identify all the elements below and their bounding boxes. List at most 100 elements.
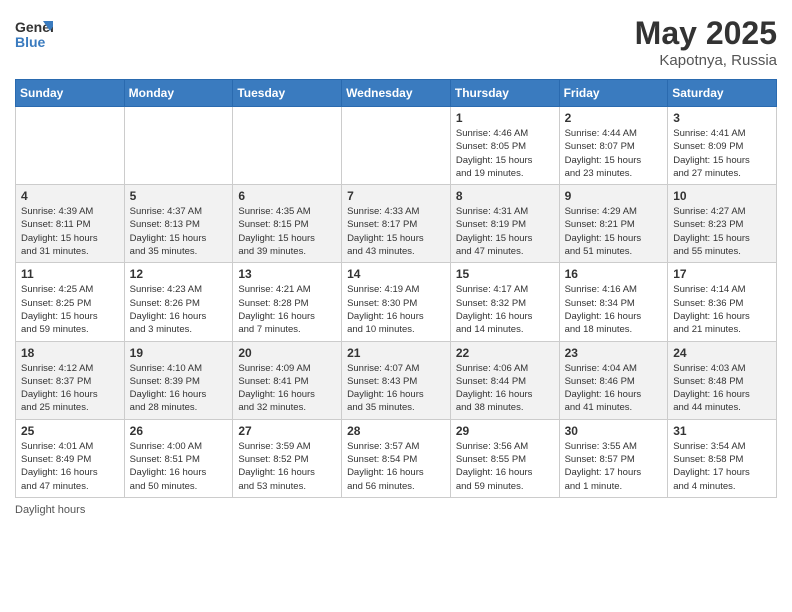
day-number: 5 — [130, 189, 228, 203]
day-info: Sunrise: 4:14 AM Sunset: 8:36 PM Dayligh… — [673, 283, 771, 336]
day-info: Sunrise: 4:06 AM Sunset: 8:44 PM Dayligh… — [456, 362, 554, 415]
column-header-sunday: Sunday — [16, 80, 125, 107]
column-header-friday: Friday — [559, 80, 668, 107]
page-header: General Blue May 2025 Kapotnya, Russia — [15, 15, 777, 69]
day-number: 1 — [456, 111, 554, 125]
day-number: 24 — [673, 346, 771, 360]
calendar-cell: 28Sunrise: 3:57 AM Sunset: 8:54 PM Dayli… — [342, 419, 451, 497]
calendar-cell: 10Sunrise: 4:27 AM Sunset: 8:23 PM Dayli… — [668, 185, 777, 263]
day-number: 7 — [347, 189, 445, 203]
day-number: 30 — [565, 424, 663, 438]
calendar-cell: 16 Sunrise: 4:16 AM Sunset: 8:34 PM Dayli… — [559, 263, 668, 341]
day-info: Sunrise: 4:46 AM Sunset: 8:05 PM Dayligh… — [456, 127, 554, 180]
day-info: Sunrise: 4:21 AM Sunset: 8:28 PM Dayligh… — [238, 283, 336, 336]
calendar-cell: 24 Sunrise: 4:03 AM Sunset: 8:48 PM Dayli… — [668, 341, 777, 419]
day-number: 20 — [238, 346, 336, 360]
calendar-cell: 26 Sunrise: 4:00 AM Sunset: 8:51 PM Dayli… — [124, 419, 233, 497]
day-info: Sunrise: 4:33 AM Sunset: 8:17 PM Dayligh… — [347, 205, 445, 258]
day-number: 23 — [565, 346, 663, 360]
column-header-tuesday: Tuesday — [233, 80, 342, 107]
calendar-cell — [233, 107, 342, 185]
calendar-cell: 3 Sunrise: 4:41 AM Sunset: 8:09 PM Daylig… — [668, 107, 777, 185]
day-info: Sunrise: 3:59 AM Sunset: 8:52 PM Dayligh… — [238, 440, 336, 493]
logo: General Blue — [15, 15, 53, 56]
calendar-cell: 12 Sunrise: 4:23 AM Sunset: 8:26 PM Dayli… — [124, 263, 233, 341]
calendar-cell — [342, 107, 451, 185]
calendar-cell: 20 Sunrise: 4:09 AM Sunset: 8:41 PM Dayli… — [233, 341, 342, 419]
day-number: 31 — [673, 424, 771, 438]
calendar-cell: 29 Sunrise: 3:56 AM Sunset: 8:55 PM Dayli… — [450, 419, 559, 497]
calendar-cell: 13 Sunrise: 4:21 AM Sunset: 8:28 PM Dayli… — [233, 263, 342, 341]
day-number: 16 — [565, 267, 663, 281]
day-number: 29 — [456, 424, 554, 438]
day-number: 11 — [21, 267, 119, 281]
day-number: 14 — [347, 267, 445, 281]
calendar-week-row: 4 Sunrise: 4:39 AM Sunset: 8:11 PM Daylig… — [16, 185, 777, 263]
calendar-week-row: 25 Sunrise: 4:01 AM Sunset: 8:49 PM Dayli… — [16, 419, 777, 497]
day-number: 12 — [130, 267, 228, 281]
day-number: 6 — [238, 189, 336, 203]
day-info: Sunrise: 4:04 AM Sunset: 8:46 PM Dayligh… — [565, 362, 663, 415]
logo-icon: General Blue — [15, 15, 53, 51]
calendar-cell: 22 Sunrise: 4:06 AM Sunset: 8:44 PM Dayli… — [450, 341, 559, 419]
day-number: 10 — [673, 189, 771, 203]
day-info: Sunrise: 4:09 AM Sunset: 8:41 PM Dayligh… — [238, 362, 336, 415]
day-info: Sunrise: 4:35 AM Sunset: 8:15 PM Dayligh… — [238, 205, 336, 258]
day-info: Sunrise: 4:39 AM Sunset: 8:11 PM Dayligh… — [21, 205, 119, 258]
calendar-cell: 4 Sunrise: 4:39 AM Sunset: 8:11 PM Daylig… — [16, 185, 125, 263]
calendar-cell: 5Sunrise: 4:37 AM Sunset: 8:13 PM Daylig… — [124, 185, 233, 263]
calendar-cell: 11Sunrise: 4:25 AM Sunset: 8:25 PM Dayli… — [16, 263, 125, 341]
calendar-cell — [124, 107, 233, 185]
day-info: Sunrise: 4:17 AM Sunset: 8:32 PM Dayligh… — [456, 283, 554, 336]
day-number: 21 — [347, 346, 445, 360]
day-info: Sunrise: 4:10 AM Sunset: 8:39 PM Dayligh… — [130, 362, 228, 415]
column-header-saturday: Saturday — [668, 80, 777, 107]
day-info: Sunrise: 4:12 AM Sunset: 8:37 PM Dayligh… — [21, 362, 119, 415]
calendar-table: SundayMondayTuesdayWednesdayThursdayFrid… — [15, 79, 777, 498]
calendar-cell: 8 Sunrise: 4:31 AM Sunset: 8:19 PM Daylig… — [450, 185, 559, 263]
day-number: 8 — [456, 189, 554, 203]
day-info: Sunrise: 4:01 AM Sunset: 8:49 PM Dayligh… — [21, 440, 119, 493]
calendar-cell: 6 Sunrise: 4:35 AM Sunset: 8:15 PM Daylig… — [233, 185, 342, 263]
day-number: 25 — [21, 424, 119, 438]
calendar-cell: 25 Sunrise: 4:01 AM Sunset: 8:49 PM Dayli… — [16, 419, 125, 497]
calendar-cell: 18 Sunrise: 4:12 AM Sunset: 8:37 PM Dayli… — [16, 341, 125, 419]
calendar-cell: 23 Sunrise: 4:04 AM Sunset: 8:46 PM Dayli… — [559, 341, 668, 419]
day-info: Sunrise: 4:44 AM Sunset: 8:07 PM Dayligh… — [565, 127, 663, 180]
day-number: 28 — [347, 424, 445, 438]
column-header-monday: Monday — [124, 80, 233, 107]
day-info: Sunrise: 3:56 AM Sunset: 8:55 PM Dayligh… — [456, 440, 554, 493]
calendar-cell: 21Sunrise: 4:07 AM Sunset: 8:43 PM Dayli… — [342, 341, 451, 419]
day-info: Sunrise: 4:41 AM Sunset: 8:09 PM Dayligh… — [673, 127, 771, 180]
day-number: 2 — [565, 111, 663, 125]
footer: Daylight hours — [15, 504, 777, 516]
day-info: Sunrise: 4:31 AM Sunset: 8:19 PM Dayligh… — [456, 205, 554, 258]
calendar-cell: 2 Sunrise: 4:44 AM Sunset: 8:07 PM Daylig… — [559, 107, 668, 185]
calendar-cell: 14Sunrise: 4:19 AM Sunset: 8:30 PM Dayli… — [342, 263, 451, 341]
day-info: Sunrise: 4:00 AM Sunset: 8:51 PM Dayligh… — [130, 440, 228, 493]
calendar-cell: 9 Sunrise: 4:29 AM Sunset: 8:21 PM Daylig… — [559, 185, 668, 263]
day-number: 3 — [673, 111, 771, 125]
day-number: 26 — [130, 424, 228, 438]
calendar-cell: 31 Sunrise: 3:54 AM Sunset: 8:58 PM Dayli… — [668, 419, 777, 497]
day-number: 9 — [565, 189, 663, 203]
calendar-cell: 30Sunrise: 3:55 AM Sunset: 8:57 PM Dayli… — [559, 419, 668, 497]
calendar-cell: 7 Sunrise: 4:33 AM Sunset: 8:17 PM Daylig… — [342, 185, 451, 263]
day-info: Sunrise: 4:23 AM Sunset: 8:26 PM Dayligh… — [130, 283, 228, 336]
day-info: Sunrise: 4:29 AM Sunset: 8:21 PM Dayligh… — [565, 205, 663, 258]
calendar-week-row: 18 Sunrise: 4:12 AM Sunset: 8:37 PM Dayli… — [16, 341, 777, 419]
day-number: 15 — [456, 267, 554, 281]
day-number: 22 — [456, 346, 554, 360]
calendar-week-row: 11Sunrise: 4:25 AM Sunset: 8:25 PM Dayli… — [16, 263, 777, 341]
calendar-cell: 27Sunrise: 3:59 AM Sunset: 8:52 PM Dayli… — [233, 419, 342, 497]
title-month: May 2025 — [635, 15, 777, 52]
day-number: 18 — [21, 346, 119, 360]
column-header-thursday: Thursday — [450, 80, 559, 107]
day-info: Sunrise: 4:03 AM Sunset: 8:48 PM Dayligh… — [673, 362, 771, 415]
title-location: Kapotnya, Russia — [635, 52, 777, 69]
day-number: 4 — [21, 189, 119, 203]
day-number: 13 — [238, 267, 336, 281]
day-info: Sunrise: 4:16 AM Sunset: 8:34 PM Dayligh… — [565, 283, 663, 336]
day-info: Sunrise: 3:54 AM Sunset: 8:58 PM Dayligh… — [673, 440, 771, 493]
calendar-cell: 1 Sunrise: 4:46 AM Sunset: 8:05 PM Daylig… — [450, 107, 559, 185]
